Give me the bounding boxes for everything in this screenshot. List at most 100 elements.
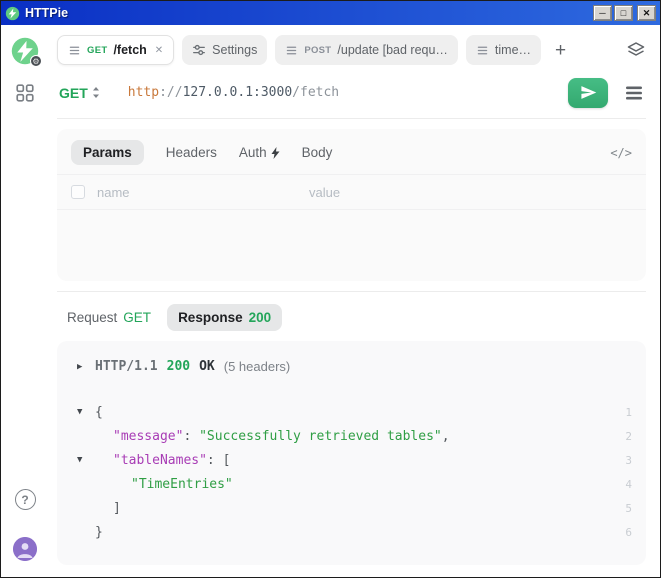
json-line: ] 5 bbox=[71, 496, 632, 520]
fold-caret-icon[interactable]: ▼ bbox=[77, 455, 82, 465]
window-controls: ─ □ ✕ bbox=[593, 5, 656, 21]
line-number: 3 bbox=[614, 454, 632, 467]
tab-bar: GET /fetch ✕ Settings bbox=[57, 33, 646, 67]
tab-label: time… bbox=[495, 43, 531, 57]
maximize-button[interactable]: □ bbox=[614, 5, 633, 21]
protocol: HTTP/1.1 bbox=[95, 359, 158, 374]
httpie-app-logo[interactable]: ⚙ bbox=[11, 37, 39, 65]
tab-body[interactable]: Body bbox=[302, 145, 333, 160]
tab-headers[interactable]: Headers bbox=[166, 145, 217, 160]
line-number: 1 bbox=[614, 406, 632, 419]
apps-grid-icon[interactable] bbox=[15, 83, 35, 103]
settings-sliders-icon bbox=[192, 43, 206, 57]
window-titlebar[interactable]: HTTPie ─ □ ✕ bbox=[1, 1, 660, 25]
close-button[interactable]: ✕ bbox=[637, 5, 656, 21]
json-line: ▼ { 1 bbox=[71, 400, 632, 424]
headers-summary: (5 headers) bbox=[224, 359, 290, 374]
fold-caret-icon[interactable]: ▼ bbox=[77, 407, 82, 417]
param-row-checkbox[interactable] bbox=[71, 185, 85, 199]
response-tab-label: Response bbox=[178, 310, 243, 325]
tab-fetch[interactable]: GET /fetch ✕ bbox=[57, 35, 174, 65]
param-name-input[interactable] bbox=[97, 185, 297, 200]
json-token: { bbox=[95, 405, 103, 420]
request-icon bbox=[68, 44, 81, 57]
app-body: ⚙ ? bbox=[1, 25, 660, 577]
url-input[interactable]: http://127.0.0.1:3000/fetch bbox=[128, 85, 339, 100]
tab-time[interactable]: time… bbox=[466, 35, 541, 65]
json-token: "tableNames" bbox=[113, 453, 207, 468]
layers-icon bbox=[626, 40, 646, 60]
tab-label: /fetch bbox=[113, 43, 146, 57]
tab-auth-label: Auth bbox=[239, 145, 267, 160]
request-tab-method: GET bbox=[123, 310, 151, 325]
new-tab-button[interactable]: + bbox=[549, 41, 572, 60]
json-token: [ bbox=[223, 453, 231, 468]
help-icon[interactable]: ? bbox=[15, 489, 36, 510]
status-code: 200 bbox=[167, 359, 190, 374]
json-line: ▼ "tableNames": [ 3 bbox=[71, 448, 632, 472]
json-token: } bbox=[95, 525, 103, 540]
line-number: 4 bbox=[614, 478, 632, 491]
url-bar: GET http://127.0.0.1:3000/fetch bbox=[57, 67, 646, 119]
method-select[interactable]: GET bbox=[59, 85, 100, 101]
window-title: HTTPie bbox=[25, 6, 588, 20]
minimize-button[interactable]: ─ bbox=[593, 5, 612, 21]
code-view-icon[interactable]: </> bbox=[610, 146, 632, 160]
tab-update[interactable]: POST /update [bad requ… bbox=[275, 35, 458, 65]
url-separator: :// bbox=[159, 85, 182, 100]
request-panel: Params Headers Auth Body </> bbox=[57, 129, 646, 281]
sidebar: ⚙ ? bbox=[1, 25, 49, 577]
json-token: : bbox=[183, 429, 199, 444]
response-body-panel: ▶ HTTP/1.1 200 OK (5 headers) ▼ { 1 bbox=[57, 341, 646, 565]
url-path: /fetch bbox=[292, 85, 339, 100]
tab-method-badge: POST bbox=[304, 45, 331, 56]
json-token: ] bbox=[113, 501, 121, 516]
request-icon bbox=[476, 44, 489, 57]
url-host: 127.0.0.1 bbox=[183, 85, 253, 100]
param-row bbox=[57, 174, 646, 210]
line-number: 6 bbox=[614, 526, 632, 539]
response-tab-status: 200 bbox=[249, 310, 272, 325]
request-tab-label: Request bbox=[67, 310, 117, 325]
request-tabs: Params Headers Auth Body </> bbox=[57, 129, 646, 174]
method-label: GET bbox=[59, 85, 88, 101]
sort-arrows-icon bbox=[92, 86, 100, 99]
tab-label: Settings bbox=[212, 43, 257, 57]
send-button[interactable] bbox=[568, 78, 608, 108]
layers-button[interactable] bbox=[626, 40, 646, 60]
json-line: "message": "Successfully retrieved table… bbox=[71, 424, 632, 448]
json-line: } 6 bbox=[71, 520, 632, 544]
json-token: "TimeEntries" bbox=[131, 477, 233, 492]
tab-settings[interactable]: Settings bbox=[182, 35, 267, 65]
tab-params[interactable]: Params bbox=[71, 140, 144, 165]
httpie-logo-icon bbox=[5, 6, 20, 21]
collapse-caret-icon[interactable]: ▶ bbox=[77, 362, 82, 372]
app-window: HTTPie ─ □ ✕ ⚙ bbox=[0, 0, 661, 578]
close-tab-icon[interactable]: ✕ bbox=[155, 45, 163, 56]
lightning-bolt-icon bbox=[271, 147, 280, 159]
response-section: Request GET Response 200 ▶ HTTP/1.1 200 … bbox=[57, 291, 646, 577]
line-number: 2 bbox=[614, 430, 632, 443]
status-line: ▶ HTTP/1.1 200 OK (5 headers) bbox=[71, 359, 632, 374]
json-token: : bbox=[207, 453, 223, 468]
json-line: "TimeEntries" 4 bbox=[71, 472, 632, 496]
tab-label: /update [bad requ… bbox=[337, 43, 448, 57]
line-number: 5 bbox=[614, 502, 632, 515]
tab-auth[interactable]: Auth bbox=[239, 145, 280, 160]
param-value-input[interactable] bbox=[309, 185, 632, 200]
stack-icon bbox=[624, 84, 644, 102]
response-tabs: Request GET Response 200 bbox=[57, 300, 646, 341]
json-response-body: ▼ { 1 "message": "Successfully retrieved… bbox=[71, 400, 632, 544]
user-avatar-icon[interactable] bbox=[13, 537, 37, 561]
tab-response-view[interactable]: Response 200 bbox=[167, 304, 282, 331]
tab-method-badge: GET bbox=[87, 45, 107, 56]
url-scheme: http bbox=[128, 85, 159, 100]
json-token: "Successfully retrieved tables" bbox=[199, 429, 442, 444]
tab-request-view[interactable]: Request GET bbox=[67, 310, 151, 325]
response-stack-button[interactable] bbox=[624, 84, 644, 102]
json-token: , bbox=[442, 429, 450, 444]
status-text: OK bbox=[199, 359, 215, 374]
main-column: GET /fetch ✕ Settings bbox=[49, 25, 660, 577]
url-port: :3000 bbox=[253, 85, 292, 100]
gear-badge-icon: ⚙ bbox=[30, 55, 42, 67]
